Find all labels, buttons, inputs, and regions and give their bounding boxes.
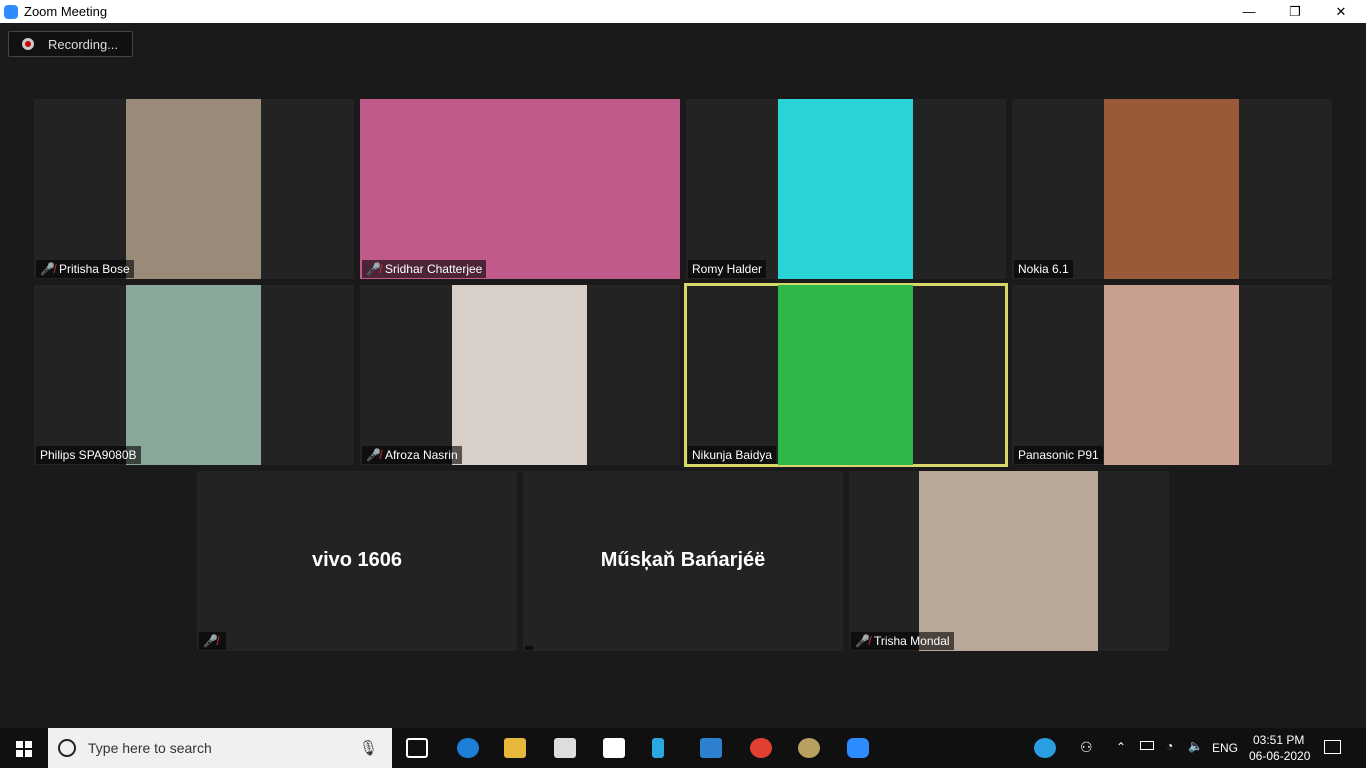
participant-tile[interactable]: Nikunja Baidya [684,283,1008,467]
search-icon [58,739,76,757]
store-icon[interactable] [554,738,576,758]
participant-video [360,99,680,279]
participant-name-label: Panasonic P91 [1014,446,1103,464]
participant-video [452,285,587,465]
participant-tile[interactable]: vivo 1606 🎤̸ [197,471,517,651]
windows-start-icon[interactable] [16,741,32,757]
participant-video [1104,99,1239,279]
file-explorer-icon[interactable] [504,738,526,758]
search-placeholder: Type here to search [88,740,212,756]
participant-name-label: 🎤̸ Trisha Mondal [851,632,954,650]
dropbox-icon[interactable] [603,738,625,758]
chevron-up-icon[interactable]: ⌃ [1116,740,1126,754]
participant-name-label: 🎤̸ Afroza Nasrin [362,446,462,464]
window-title: Zoom Meeting [24,4,108,19]
title-bar: Zoom Meeting — ❐ ✕ [0,0,1366,23]
participant-tile[interactable]: Philips SPA9080B [34,285,354,465]
volume-icon[interactable]: 🔈 [1188,739,1203,753]
participant-name-label: Philips SPA9080B [36,446,141,464]
search-box[interactable]: Type here to search 🎙 [48,728,392,768]
muted-mic-icon: 🎤̸ [855,634,870,648]
taskbar: Type here to search 🎙 ⚇ ⌃ ◔ 🔈 ENG 03:51 … [0,728,1366,768]
participant-tile[interactable]: Romy Halder [686,99,1006,279]
participant-name: Nikunja Baidya [692,448,773,462]
recording-indicator[interactable]: Recording... [8,31,133,57]
participant-name-label: 🎤̸ Pritisha Bose [36,260,134,278]
clock-date[interactable]: 06-06-2020 [1249,749,1310,763]
wifi-icon[interactable]: ◔ [1166,739,1173,753]
participant-name: Trisha Mondal [873,634,950,648]
participant-name: Romy Halder [692,262,763,276]
participant-tile[interactable]: 🎤̸ Sridhar Chatterjee [360,99,680,279]
recording-label: Recording... [48,36,119,52]
participant-tile[interactable]: 🎤̸ Pritisha Bose [34,99,354,279]
participant-name-label: Romy Halder [688,260,767,278]
participant-video [126,99,261,279]
participant-display-name: vivo 1606 [311,549,403,571]
participant-tile[interactable]: Panasonic P91 [1012,285,1332,465]
participant-video [919,471,1098,651]
minimize-button[interactable]: — [1226,0,1272,23]
record-icon [22,38,34,50]
muted-mic-icon: 🎤̸ [203,634,218,648]
people-icon[interactable]: ⚇ [1080,739,1093,756]
zoom-taskbar-icon[interactable] [847,738,869,758]
muted-mic-icon: 🎤̸ [366,262,381,276]
mail-icon[interactable] [700,738,722,758]
muted-mic-icon: 🎤̸ [366,448,381,462]
participant-name-label: Nikunja Baidya [688,446,777,464]
participant-display-name: Műsķaň Bańarjéë [600,549,766,571]
participant-name: Sridhar Chatterjee [384,262,483,276]
participant-tile[interactable]: 🎤̸ Afroza Nasrin [360,285,680,465]
participant-video [778,99,913,279]
participant-name: Afroza Nasrin [384,448,458,462]
participant-video [126,285,261,465]
paint-icon[interactable] [798,738,820,758]
maximize-button[interactable]: ❐ [1272,0,1318,23]
zoom-logo-icon [4,4,18,19]
participant-name-label: Nokia 6.1 [1014,260,1073,278]
participant-name-label [525,646,533,650]
microphone-icon[interactable]: 🎙 [359,739,378,757]
close-button[interactable]: ✕ [1318,0,1364,23]
notifications-icon[interactable] [1324,740,1341,754]
battery-icon[interactable] [1140,741,1154,750]
participant-name-label: 🎤̸ Sridhar Chatterjee [362,260,487,278]
participant-tile[interactable]: Műsķaň Bańarjéë [523,471,843,651]
participant-name: Philips SPA9080B [40,448,137,462]
participant-tile[interactable]: 🎤̸ Trisha Mondal [849,471,1169,651]
participant-name: Nokia 6.1 [1018,262,1069,276]
chrome-icon[interactable] [750,738,772,758]
participant-tile[interactable]: Nokia 6.1 [1012,99,1332,279]
muted-mic-icon: 🎤̸ [40,262,55,276]
participant-name-label: 🎤̸ [199,632,226,650]
clock-time[interactable]: 03:51 PM [1253,733,1304,747]
help-icon[interactable] [1034,738,1056,758]
app-icon[interactable] [652,738,664,758]
edge-icon[interactable] [457,738,479,758]
participant-video [778,285,913,465]
participant-name: Pritisha Bose [58,262,130,276]
task-view-icon[interactable] [406,738,428,758]
language-indicator[interactable]: ENG [1212,741,1238,755]
participant-video [1104,285,1239,465]
participant-name: Panasonic P91 [1018,448,1099,462]
